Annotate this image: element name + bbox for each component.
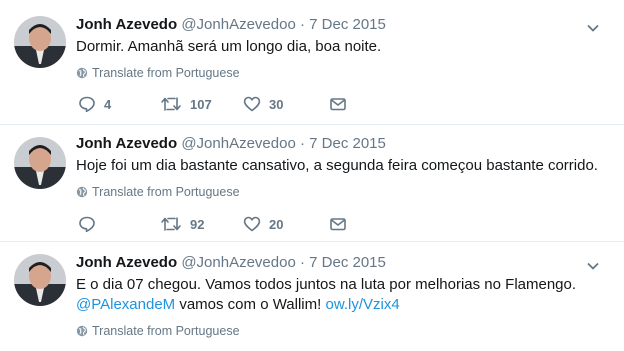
globe-icon bbox=[76, 325, 88, 341]
like-button[interactable]: 20 bbox=[243, 215, 283, 235]
tweet-text-line: E o dia 07 chegou. Vamos todos juntos na… bbox=[76, 276, 577, 293]
heart-icon bbox=[243, 216, 261, 232]
tweet-feed: Jonh Azevedo @JonhAzevedoo · 7 Dec 2015 … bbox=[0, 0, 624, 351]
direct-message-button[interactable] bbox=[329, 95, 347, 115]
translate-link[interactable]: Translate from Portuguese bbox=[76, 184, 240, 200]
tweet-text-line: Hoje foi um dia bastante cansativo, a se… bbox=[76, 157, 598, 174]
translate-label[interactable]: Translate from Portuguese bbox=[92, 185, 240, 199]
translate-link[interactable]: Translate from Portuguese bbox=[76, 323, 240, 339]
tweet-text: Hoje foi um dia bastante cansativo, a se… bbox=[76, 156, 606, 176]
reply-icon bbox=[78, 96, 96, 113]
display-name[interactable]: Jonh Azevedo bbox=[76, 135, 177, 152]
timestamp[interactable]: 7 Dec 2015 bbox=[309, 16, 386, 33]
tweet-text-line: Dormir. Amanhã será um longo dia, boa no… bbox=[76, 38, 382, 55]
reply-button[interactable]: 4 bbox=[78, 95, 111, 115]
tweet[interactable]: Jonh Azevedo @JonhAzevedoo · 7 Dec 2015 … bbox=[0, 125, 624, 242]
heart-icon bbox=[243, 96, 261, 112]
tweet[interactable]: Jonh Azevedo @JonhAzevedoo · 7 Dec 2015 … bbox=[0, 242, 624, 351]
reply-icon bbox=[78, 216, 96, 233]
like-count: 30 bbox=[269, 97, 284, 112]
like-count: 20 bbox=[269, 217, 284, 232]
translate-link[interactable]: Translate from Portuguese bbox=[76, 65, 240, 81]
separator: · bbox=[299, 16, 305, 33]
avatar[interactable] bbox=[14, 254, 66, 306]
retweet-icon bbox=[160, 217, 182, 232]
timestamp[interactable]: 7 Dec 2015 bbox=[309, 135, 386, 152]
tweet-text: E o dia 07 chegou. Vamos todos juntos na… bbox=[76, 275, 606, 315]
separator: · bbox=[299, 135, 305, 152]
retweet-count: 92 bbox=[190, 217, 205, 232]
handle[interactable]: @JonhAzevedoo bbox=[181, 16, 295, 33]
handle[interactable]: @JonhAzevedoo bbox=[181, 254, 295, 271]
retweet-count: 107 bbox=[190, 97, 212, 112]
tweet-text: Dormir. Amanhã será um longo dia, boa no… bbox=[76, 37, 606, 57]
tweet-header: Jonh Azevedo @JonhAzevedoo · 7 Dec 2015 bbox=[76, 133, 386, 155]
avatar[interactable] bbox=[14, 137, 66, 189]
timestamp[interactable]: 7 Dec 2015 bbox=[309, 254, 386, 271]
translate-label[interactable]: Translate from Portuguese bbox=[92, 324, 240, 338]
like-button[interactable]: 30 bbox=[243, 95, 283, 115]
tweet-header: Jonh Azevedo @JonhAzevedoo · 7 Dec 2015 bbox=[76, 14, 386, 36]
reply-button[interactable] bbox=[78, 215, 104, 235]
translate-label[interactable]: Translate from Portuguese bbox=[92, 66, 240, 80]
globe-icon bbox=[76, 67, 88, 83]
mention-link[interactable]: @PAlexandeM bbox=[76, 296, 175, 313]
avatar[interactable] bbox=[14, 16, 66, 68]
url-link[interactable]: ow.ly/Vzix4 bbox=[325, 296, 399, 313]
envelope-icon bbox=[329, 217, 347, 232]
handle[interactable]: @JonhAzevedoo bbox=[181, 135, 295, 152]
separator: · bbox=[299, 254, 305, 271]
reply-count: 4 bbox=[104, 97, 112, 112]
retweet-button[interactable]: 92 bbox=[160, 215, 204, 235]
tweet-text-line: @PAlexandeM vamos com o Wallim! ow.ly/Vz… bbox=[76, 295, 606, 315]
tweet[interactable]: Jonh Azevedo @JonhAzevedoo · 7 Dec 2015 … bbox=[0, 0, 624, 125]
chevron-down-icon[interactable] bbox=[585, 20, 601, 36]
display-name[interactable]: Jonh Azevedo bbox=[76, 16, 177, 33]
direct-message-button[interactable] bbox=[329, 215, 347, 235]
globe-icon bbox=[76, 186, 88, 202]
envelope-icon bbox=[329, 97, 347, 112]
retweet-button[interactable]: 107 bbox=[160, 95, 212, 115]
chevron-down-icon[interactable] bbox=[585, 258, 601, 274]
tweet-header: Jonh Azevedo @JonhAzevedoo · 7 Dec 2015 bbox=[76, 252, 386, 274]
retweet-icon bbox=[160, 97, 182, 112]
display-name[interactable]: Jonh Azevedo bbox=[76, 254, 177, 271]
tweet-text-fragment: vamos com o Wallim! bbox=[175, 296, 326, 313]
